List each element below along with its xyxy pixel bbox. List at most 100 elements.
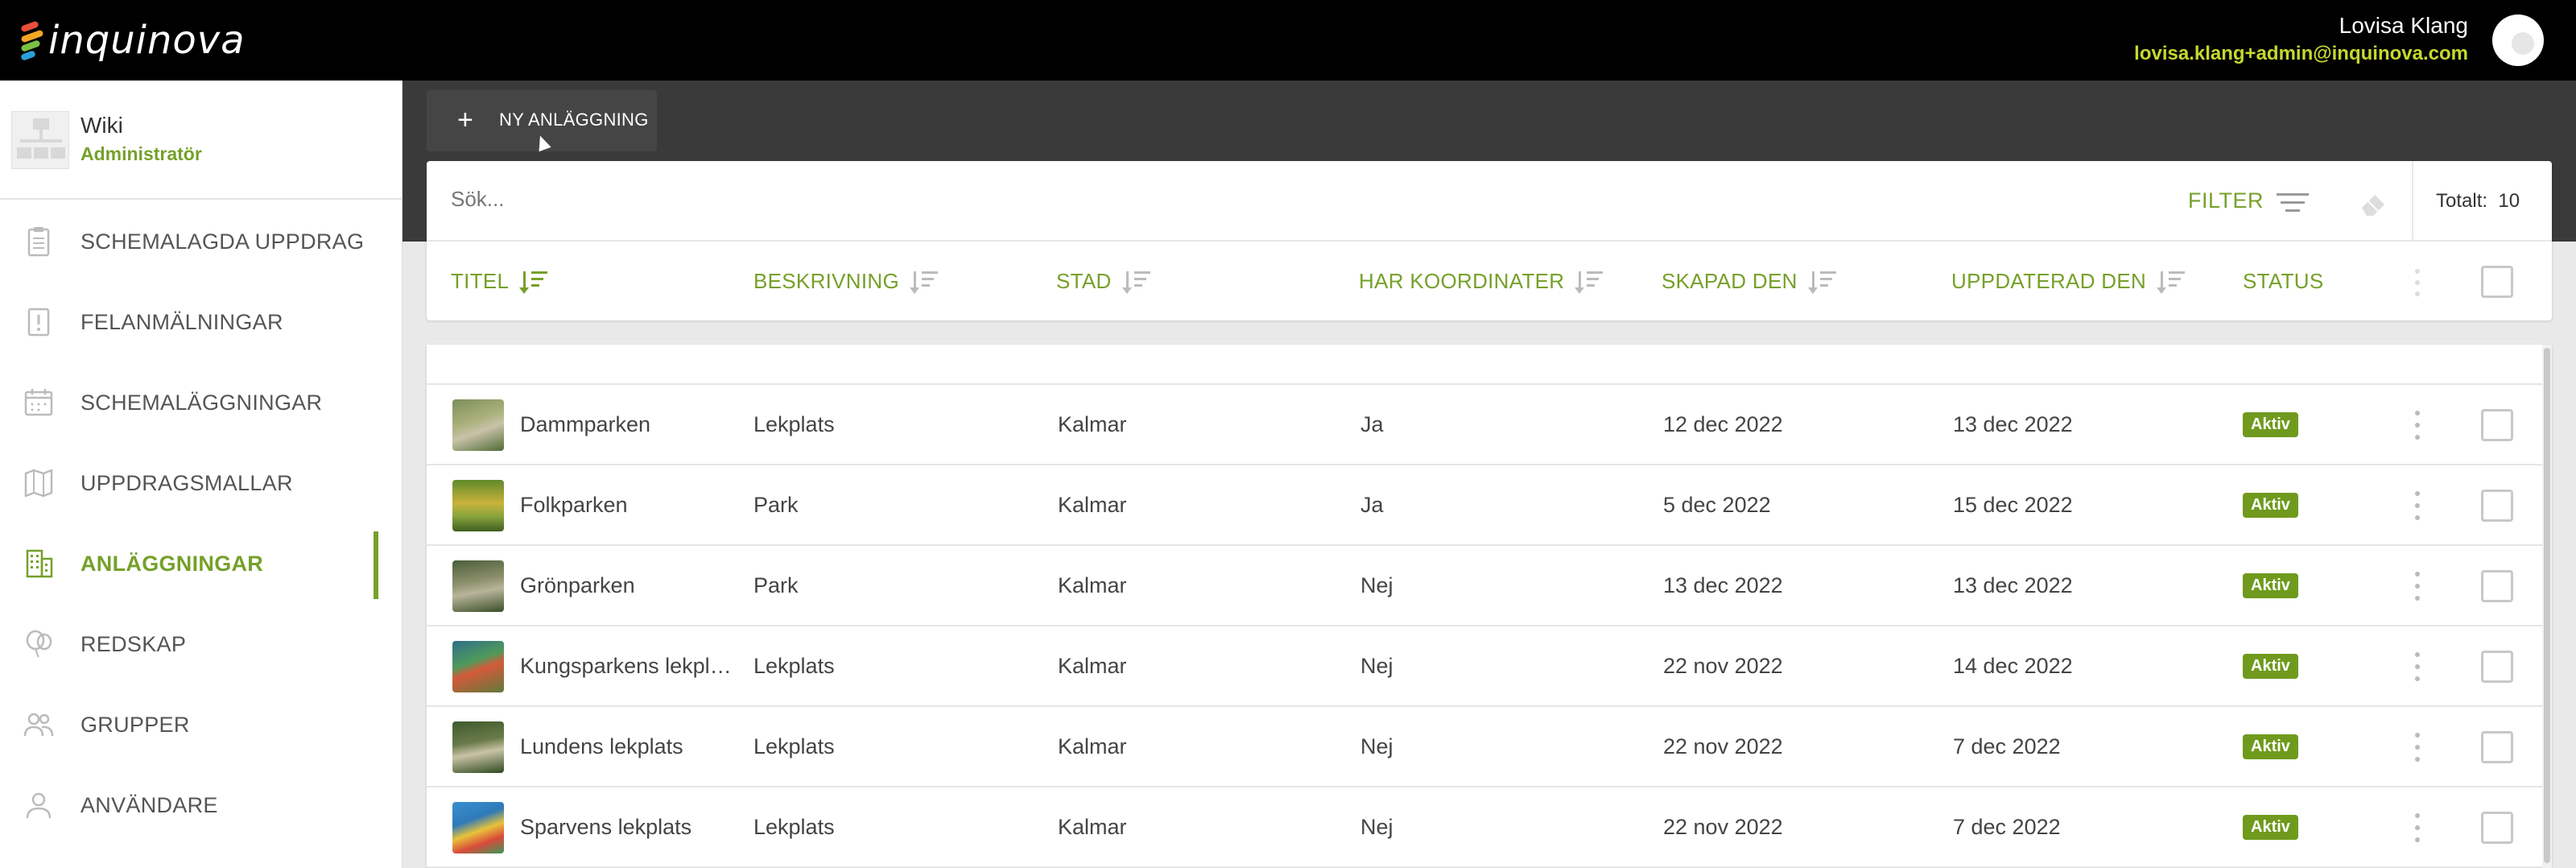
more-icon[interactable] bbox=[2415, 733, 2420, 762]
avatar[interactable] bbox=[2492, 14, 2544, 66]
row-checkbox[interactable] bbox=[2481, 812, 2513, 844]
facility-thumbnail bbox=[452, 480, 504, 531]
more-icon[interactable] bbox=[2415, 411, 2420, 440]
sidebar-item-label: REDSKAP bbox=[80, 631, 187, 656]
facility-thumbnail bbox=[452, 721, 504, 773]
new-facility-label: NY ANLÄGGNING bbox=[499, 110, 649, 130]
facility-thumbnail bbox=[452, 399, 504, 451]
facility-thumbnail bbox=[452, 802, 504, 854]
row-checkbox[interactable] bbox=[2481, 651, 2513, 683]
plus-icon: + bbox=[457, 105, 473, 135]
cell-description: Lekplats bbox=[753, 412, 835, 436]
facility-thumbnail bbox=[452, 641, 504, 692]
cell-title[interactable]: Folkparken bbox=[520, 493, 628, 518]
group-icon bbox=[23, 713, 54, 737]
sidebar-item-anlaggningar[interactable]: ANLÄGGNINGAR bbox=[0, 523, 402, 604]
select-all-checkbox[interactable] bbox=[2481, 266, 2513, 298]
more-icon[interactable] bbox=[2415, 491, 2420, 520]
filter-card: FILTER Totalt: 10 TITEL BESKRIVNING STAD… bbox=[427, 161, 2552, 320]
filter-button[interactable]: FILTER bbox=[2188, 188, 2264, 213]
more-icon[interactable] bbox=[2415, 813, 2420, 842]
top-bar: inquinova Lovisa Klang lovisa.klang+admi… bbox=[0, 0, 2576, 81]
sidebar-item-anvandare[interactable]: ANVÄNDARE bbox=[0, 765, 402, 845]
table-row[interactable]: Grönparken Park Kalmar Nej 13 dec 2022 1… bbox=[427, 546, 2544, 626]
cell-title[interactable]: Lundens lekplats bbox=[520, 734, 683, 759]
cell-title[interactable]: Sparvens lekplats bbox=[520, 815, 691, 840]
sidebar-item-label: UPPDRAGSMALLAR bbox=[80, 470, 293, 495]
map-icon bbox=[24, 469, 53, 498]
user-email: lovisa.klang+admin@inquinova.com bbox=[2134, 43, 2468, 64]
cell-city: Kalmar bbox=[1058, 815, 1127, 839]
cell-description: Lekplats bbox=[753, 734, 835, 758]
cell-title[interactable]: Dammparken bbox=[520, 412, 650, 437]
sidebar-item-label: SCHEMALAGDA UPPDRAG bbox=[80, 229, 365, 254]
sort-icon bbox=[910, 270, 939, 294]
column-header-uppdaterad-den[interactable]: UPPDATERAD DEN bbox=[1951, 269, 2186, 294]
column-header-label: SKAPAD DEN bbox=[1662, 269, 1798, 293]
sidebar-item-label: ANVÄNDARE bbox=[80, 792, 218, 817]
sidebar-item-label: FELANMÄLNINGAR bbox=[80, 309, 283, 334]
column-header-skapad-den[interactable]: SKAPAD DEN bbox=[1662, 269, 1838, 294]
cell-city: Kalmar bbox=[1058, 573, 1127, 597]
search-input[interactable] bbox=[451, 187, 1578, 212]
sidebar: Wiki Administratör SCHEMALAGDA UPPDRAG F… bbox=[0, 81, 402, 868]
cell-updated: 7 dec 2022 bbox=[1953, 734, 2061, 758]
filter-icon[interactable] bbox=[2277, 192, 2309, 214]
table-row[interactable]: Lundens lekplats Lekplats Kalmar Nej 22 … bbox=[427, 707, 2544, 787]
facility-list: Dammparken Lekplats Kalmar Ja 12 dec 202… bbox=[427, 345, 2552, 868]
column-header-status[interactable]: STATUS bbox=[2243, 269, 2324, 294]
logo[interactable]: inquinova bbox=[20, 16, 246, 64]
cell-created: 12 dec 2022 bbox=[1663, 412, 1783, 436]
table-row[interactable]: Kungsparkens lekpl… Lekplats Kalmar Nej … bbox=[427, 626, 2544, 707]
column-header-har-koordinater[interactable]: HAR KOORDINATER bbox=[1359, 269, 1604, 294]
sort-icon bbox=[1121, 270, 1152, 294]
sidebar-item-label: ANLÄGGNINGAR bbox=[80, 551, 264, 576]
row-checkbox[interactable] bbox=[2481, 409, 2513, 441]
column-header-beskrivning[interactable]: BESKRIVNING bbox=[753, 269, 939, 294]
column-header-label: TITEL bbox=[451, 269, 510, 293]
user-name: Lovisa Klang bbox=[2339, 13, 2468, 38]
cell-created: 13 dec 2022 bbox=[1663, 573, 1783, 597]
table-row[interactable]: Dammparken Lekplats Kalmar Ja 12 dec 202… bbox=[427, 385, 2544, 465]
row-checkbox[interactable] bbox=[2481, 731, 2513, 763]
more-icon[interactable] bbox=[2415, 652, 2420, 681]
cell-title[interactable]: Kungsparkens lekpl… bbox=[520, 654, 732, 679]
sidebar-item-schemalagda-uppdrag[interactable]: SCHEMALAGDA UPPDRAG bbox=[0, 201, 402, 282]
column-header-label: STAD bbox=[1056, 269, 1112, 293]
cell-coords: Nej bbox=[1360, 573, 1393, 597]
sidebar-item-label: GRUPPER bbox=[80, 712, 190, 737]
alert-note-icon bbox=[27, 308, 50, 337]
table-row[interactable]: Sparvens lekplats Lekplats Kalmar Nej 22… bbox=[427, 787, 2544, 868]
cell-coords: Ja bbox=[1360, 412, 1384, 436]
user-info[interactable]: Lovisa Klang lovisa.klang+admin@inquinov… bbox=[2134, 11, 2468, 68]
status-badge: Aktiv bbox=[2243, 654, 2298, 679]
row-checkbox[interactable] bbox=[2481, 570, 2513, 602]
column-header-label: BESKRIVNING bbox=[753, 269, 900, 293]
workspace-switcher[interactable]: Wiki Administratör bbox=[0, 81, 402, 200]
table-row[interactable]: Folkparken Park Kalmar Ja 5 dec 2022 15 … bbox=[427, 465, 2544, 546]
sidebar-item-grupper[interactable]: GRUPPER bbox=[0, 684, 402, 765]
sidebar-item-redskap[interactable]: REDSKAP bbox=[0, 604, 402, 684]
cell-description: Park bbox=[753, 493, 799, 517]
column-header-stad[interactable]: STAD bbox=[1056, 269, 1152, 294]
cell-city: Kalmar bbox=[1058, 412, 1127, 436]
facility-thumbnail bbox=[452, 560, 504, 612]
sidebar-item-felanmalningar[interactable]: FELANMÄLNINGAR bbox=[0, 282, 402, 362]
sidebar-item-uppdragsmallar[interactable]: UPPDRAGSMALLAR bbox=[0, 443, 402, 523]
cell-created: 5 dec 2022 bbox=[1663, 493, 1771, 517]
calendar-icon bbox=[24, 389, 53, 416]
total-label: Totalt: bbox=[2436, 190, 2488, 212]
cell-coords: Nej bbox=[1360, 815, 1393, 839]
column-header-titel[interactable]: TITEL bbox=[451, 269, 549, 294]
sort-icon bbox=[1807, 270, 1838, 294]
cell-description: Lekplats bbox=[753, 654, 835, 678]
scrollbar[interactable] bbox=[2542, 345, 2552, 868]
cell-description: Park bbox=[753, 573, 799, 597]
row-checkbox[interactable] bbox=[2481, 490, 2513, 522]
sidebar-item-schemalaggningar[interactable]: SCHEMALÄGGNINGAR bbox=[0, 362, 402, 443]
column-header-label: HAR KOORDINATER bbox=[1359, 269, 1565, 293]
more-icon[interactable] bbox=[2415, 572, 2420, 601]
eraser-icon[interactable] bbox=[2357, 187, 2391, 221]
cell-title[interactable]: Grönparken bbox=[520, 573, 635, 598]
logo-mark-icon bbox=[20, 19, 45, 62]
